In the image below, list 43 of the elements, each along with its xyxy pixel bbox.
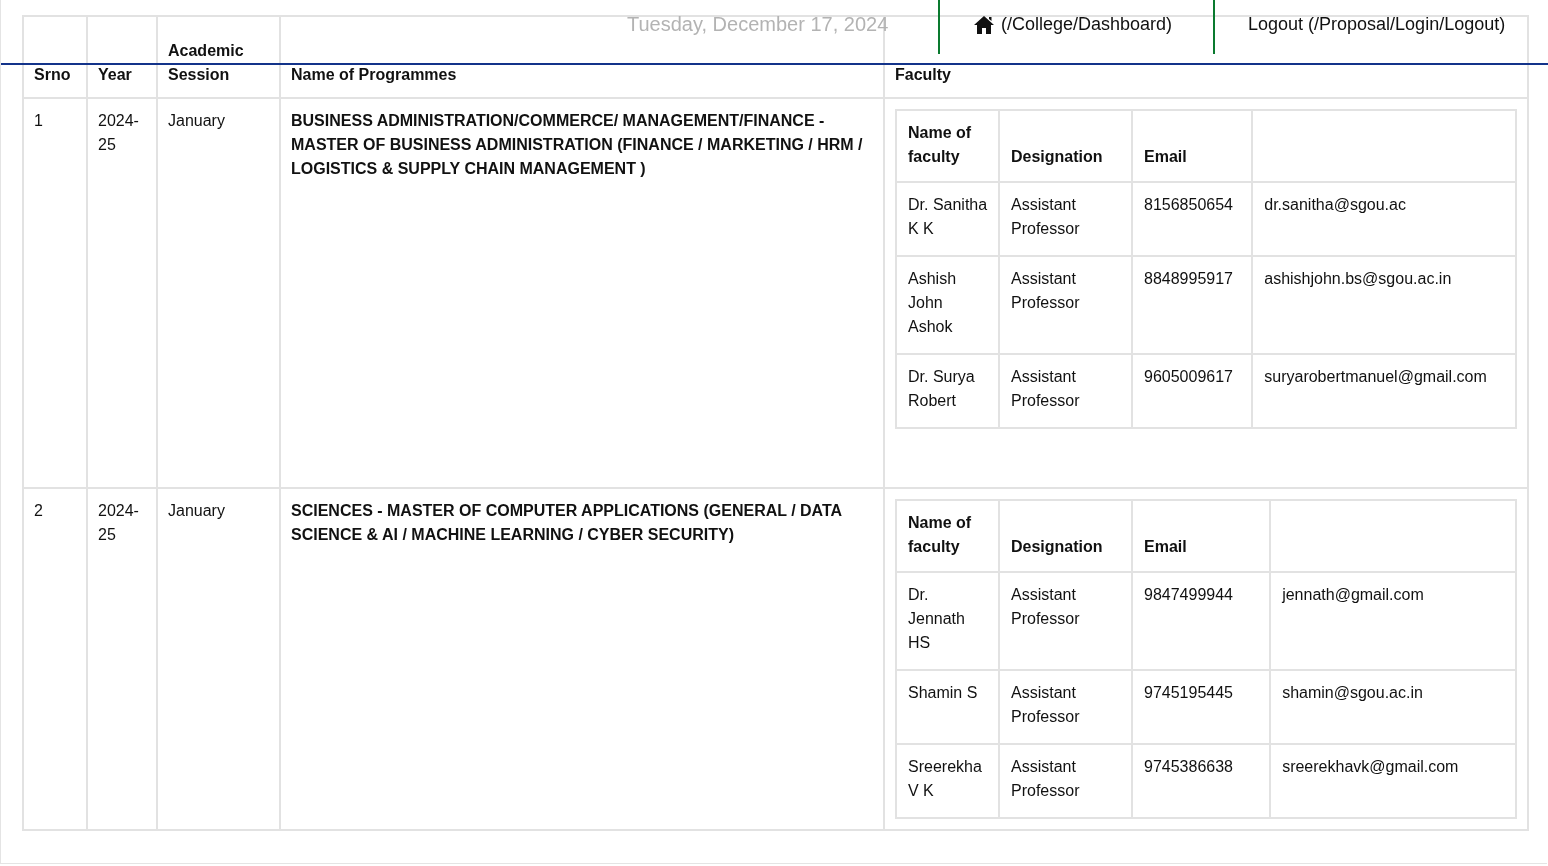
column-header: Srno: [23, 16, 87, 98]
table-cell: Shamin S: [896, 670, 999, 744]
table-cell: Dr. Surya Robert: [896, 354, 999, 428]
date-text: Tuesday, December 17, 2024: [627, 13, 889, 36]
programme-cell: BUSINESS ADMINISTRATION/COMMERCE/ MANAGEMENT/FINANCE - MASTER OF BUSINESS ADMINISTRATION (FINANCE / MARKETING / HRM / LOGISTICS & SUPPLY CHAIN MANAGEMENT ): [280, 98, 884, 488]
table-cell: Dr. Jennath HS: [896, 572, 999, 670]
table-cell: 2024-25: [87, 488, 157, 830]
table-cell: sreerekhavk@gmail.com: [1270, 744, 1516, 818]
table-cell: 9605009617: [1132, 354, 1253, 428]
home-link[interactable]: (/College/Dashboard): [973, 14, 1173, 35]
column-header: Designation: [999, 110, 1132, 182]
column-header: Email: [1132, 110, 1253, 182]
table-cell: 8156850654: [1132, 182, 1253, 256]
table-cell: shamin@sgou.ac.in: [1270, 670, 1516, 744]
table-cell: January: [157, 488, 280, 830]
column-header: Designation: [999, 500, 1132, 572]
table-cell: Sreerekha V K: [896, 744, 999, 818]
column-header: Email: [1132, 500, 1271, 572]
programme-cell: SCIENCES - MASTER OF COMPUTER APPLICATIONS (GENERAL / DATA SCIENCE & AI / MACHINE LEARNING / CYBER SECURITY): [280, 488, 884, 830]
table-cell: Assistant Professor: [999, 670, 1132, 744]
table-cell: 9847499944: [1132, 572, 1271, 670]
table-cell: jennath@gmail.com: [1270, 572, 1516, 670]
column-header: Name of faculty: [896, 110, 999, 182]
table-cell: Assistant Professor: [999, 354, 1132, 428]
table-cell: 9745386638: [1132, 744, 1271, 818]
table-cell: Assistant Professor: [999, 744, 1132, 818]
table-cell: ashishjohn.bs@sgou.ac.in: [1252, 256, 1516, 354]
table-cell: Dr. Sanitha K K: [896, 182, 999, 256]
table-cell: Assistant Professor: [999, 256, 1132, 354]
table-cell: 2024-25: [87, 98, 157, 488]
table-cell: 9745195445: [1132, 670, 1271, 744]
table-cell: dr.sanitha@sgou.ac: [1252, 182, 1516, 256]
home-icon: [973, 14, 995, 35]
table-cell: Ashish John Ashok: [896, 256, 999, 354]
table-cell: 8848995917: [1132, 256, 1253, 354]
table-cell: Assistant Professor: [999, 572, 1132, 670]
table-cell: 1: [23, 98, 87, 488]
table-cell: 2: [23, 488, 87, 830]
table-cell: Assistant Professor: [999, 182, 1132, 256]
logout-link[interactable]: Logout (/Proposal/Login/Logout): [1248, 14, 1506, 35]
table-cell: January: [157, 98, 280, 488]
table-cell: suryarobertmanuel@gmail.com: [1252, 354, 1516, 428]
column-header: Name of faculty: [896, 500, 999, 572]
